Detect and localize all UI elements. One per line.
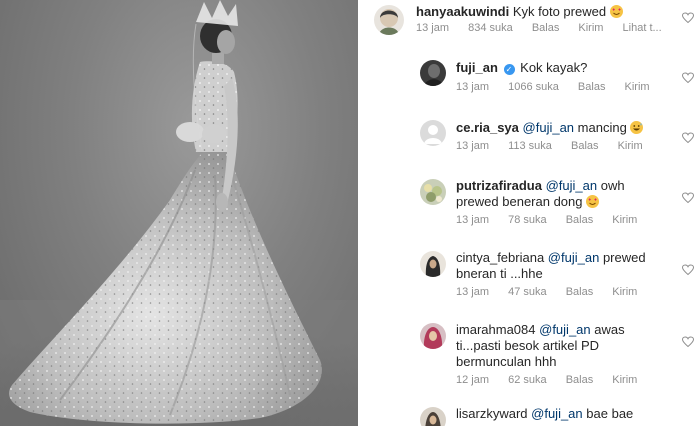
- comment-username[interactable]: putrizafiradua: [456, 178, 542, 193]
- send-button[interactable]: Kirim: [578, 22, 603, 34]
- comment-time: 13 jam: [456, 214, 490, 226]
- avatar[interactable]: [420, 323, 446, 349]
- reply-button[interactable]: Balas: [566, 374, 594, 386]
- send-button[interactable]: Kirim: [625, 81, 650, 93]
- send-button[interactable]: Kirim: [612, 286, 637, 298]
- avatar[interactable]: [420, 120, 446, 146]
- heart-outline-icon[interactable]: [682, 264, 694, 276]
- comment-reply-item: lisarzkyward @fuji_an bae bae: [358, 404, 700, 426]
- comment-reply-item: putrizafiradua @fuji_an owh prewed bener…: [358, 176, 700, 236]
- comment-likes[interactable]: 47 suka: [508, 286, 547, 298]
- comment-time: 13 jam: [416, 22, 450, 34]
- comment-text: Kok kayak?: [520, 60, 588, 75]
- comment-text: Kyk foto prewed: [512, 4, 607, 19]
- send-button[interactable]: Kirim: [612, 374, 637, 386]
- comment-text: owh: [600, 178, 625, 193]
- mention-link[interactable]: @fuji_an: [546, 178, 598, 193]
- view-translation-link[interactable]: Lihat t...: [623, 22, 662, 34]
- heart-eyes-emoji-icon: [609, 5, 623, 18]
- comment-username[interactable]: cintya_febriana: [456, 250, 544, 265]
- send-button[interactable]: Kirim: [618, 140, 643, 152]
- heart-outline-icon[interactable]: [682, 192, 694, 204]
- post-photo: [0, 0, 358, 426]
- comment-text: mancing: [577, 120, 627, 135]
- reply-button[interactable]: Balas: [571, 140, 599, 152]
- comment-likes[interactable]: 1066 suka: [508, 81, 559, 93]
- comment-time: 12 jam: [456, 374, 490, 386]
- comment-time: 13 jam: [456, 140, 490, 152]
- mention-link[interactable]: @fuji_an: [531, 406, 583, 421]
- comment-username[interactable]: imarahma084: [456, 322, 536, 337]
- comment-text: ti...pasti besok artikel PD: [456, 338, 600, 353]
- comment-likes[interactable]: 78 suka: [508, 214, 547, 226]
- comment-text: prewed beneran dong: [456, 194, 583, 209]
- avatar[interactable]: [420, 407, 446, 426]
- comment-text: bermunculan hhh: [456, 354, 557, 369]
- avatar[interactable]: [374, 5, 404, 35]
- comment-reply-item: ce.ria_sya @fuji_an mancing 13 jam 113 s…: [358, 118, 700, 162]
- comment-username[interactable]: lisarzkyward: [456, 406, 528, 421]
- heart-eyes-emoji-icon: [586, 195, 600, 208]
- verified-badge-icon: ✓: [503, 64, 515, 75]
- comment-likes[interactable]: 834 suka: [468, 22, 513, 34]
- comment-text: prewed: [602, 250, 646, 265]
- comment-time: 13 jam: [456, 286, 490, 298]
- heart-outline-icon[interactable]: [682, 12, 694, 24]
- mention-link[interactable]: @fuji_an: [548, 250, 600, 265]
- heart-outline-icon[interactable]: [682, 72, 694, 84]
- reply-button[interactable]: Balas: [566, 214, 594, 226]
- send-button[interactable]: Kirim: [612, 214, 637, 226]
- bride-gown-illustration: [0, 0, 358, 426]
- avatar[interactable]: [420, 179, 446, 205]
- heart-outline-icon[interactable]: [682, 336, 694, 348]
- grinning-sweat-emoji-icon: [630, 121, 644, 134]
- comment-reply-item: imarahma084 @fuji_an awas ti...pasti bes…: [358, 320, 700, 390]
- comment-username[interactable]: ce.ria_sya: [456, 120, 519, 135]
- comment-text: awas: [594, 322, 625, 337]
- comment-item: hanyaakuwindi Kyk foto prewed 13 jam 834…: [358, 0, 700, 44]
- avatar[interactable]: [420, 251, 446, 277]
- comment-time: 13 jam: [456, 81, 490, 93]
- comment-text: bneran ti ...hhe: [456, 266, 543, 281]
- reply-button[interactable]: Balas: [532, 22, 560, 34]
- comment-username[interactable]: fuji_an: [456, 60, 498, 75]
- avatar[interactable]: [420, 60, 446, 86]
- heart-outline-icon[interactable]: [682, 132, 694, 144]
- comment-likes[interactable]: 62 suka: [508, 374, 547, 386]
- comment-username[interactable]: hanyaakuwindi: [416, 4, 509, 19]
- comment-reply-item: fuji_an ✓ Kok kayak? 13 jam 1066 suka Ba…: [358, 58, 700, 102]
- mention-link[interactable]: @fuji_an: [539, 322, 591, 337]
- reply-button[interactable]: Balas: [578, 81, 606, 93]
- mention-link[interactable]: @fuji_an: [523, 120, 575, 135]
- comments-panel: hanyaakuwindi Kyk foto prewed 13 jam 834…: [358, 0, 700, 426]
- comment-reply-item: cintya_febriana @fuji_an prewed bneran t…: [358, 248, 700, 308]
- comment-text: bae bae: [586, 406, 634, 421]
- comment-likes[interactable]: 113 suka: [508, 140, 552, 152]
- reply-button[interactable]: Balas: [566, 286, 594, 298]
